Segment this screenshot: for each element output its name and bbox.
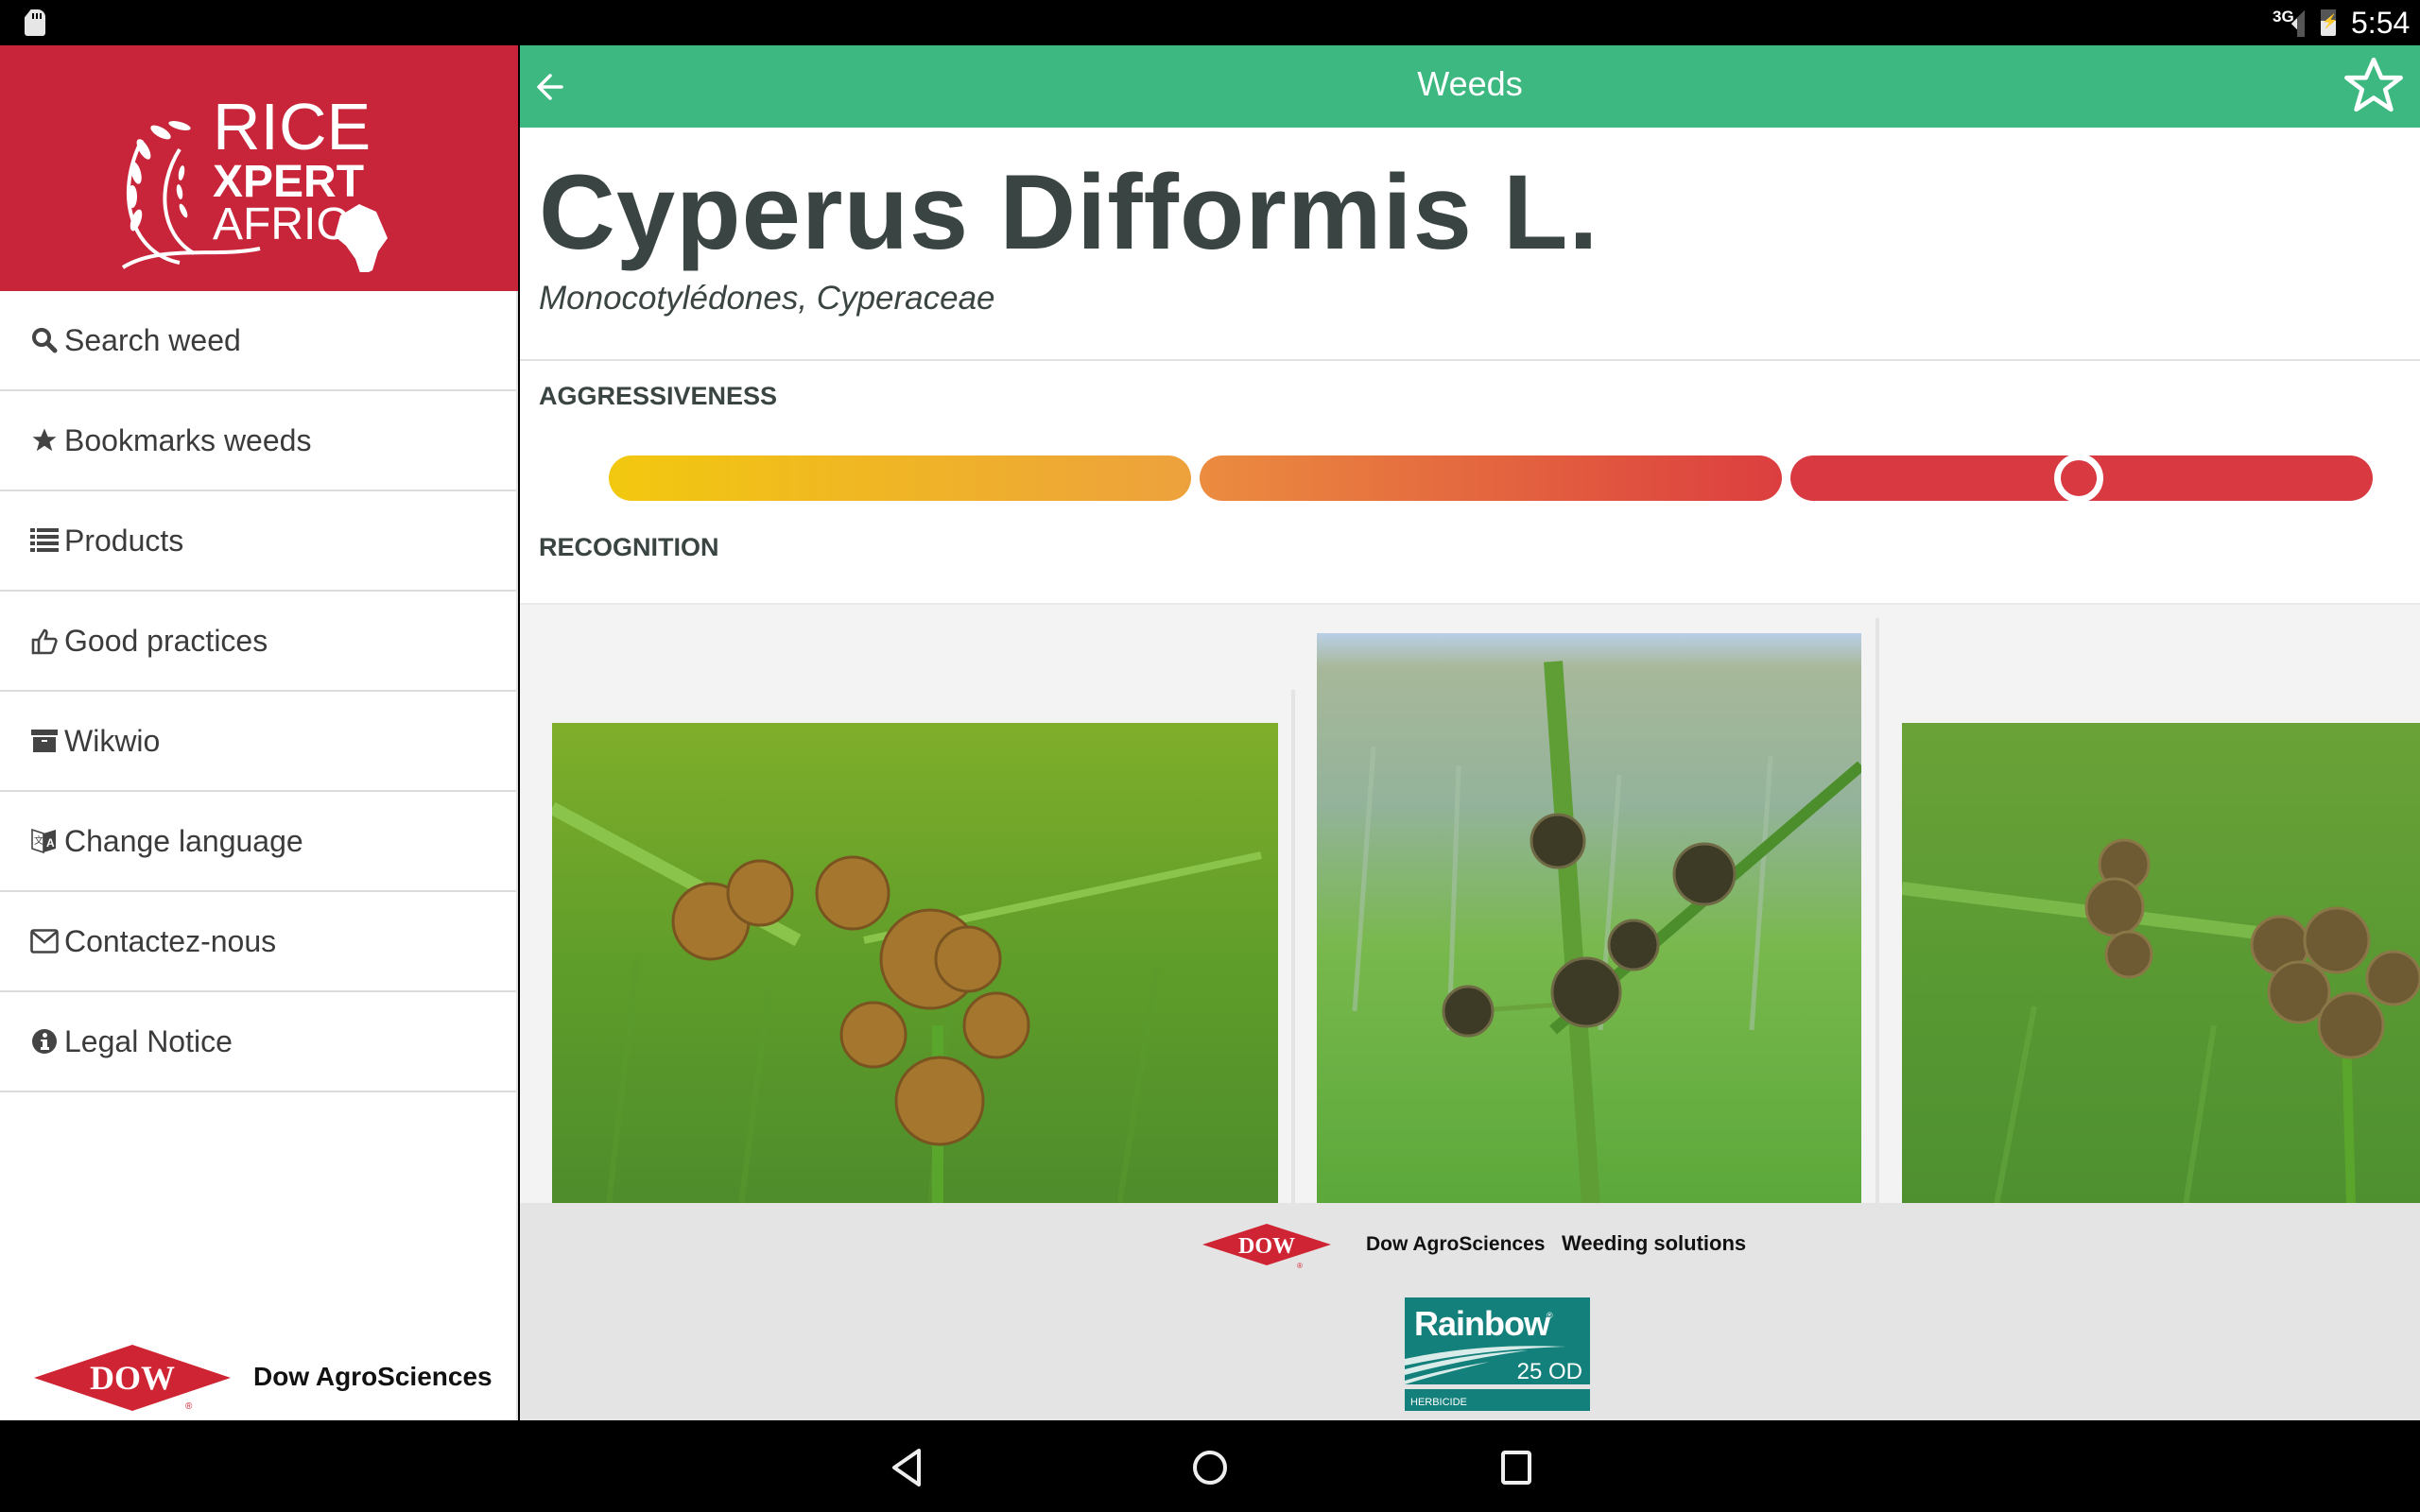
weed-detail-page: Weeds Cyperus Difformis L. Monocotylédon… bbox=[520, 45, 2420, 1420]
sidebar-item-bookmarks-weeds[interactable]: Bookmarks weeds bbox=[0, 391, 516, 491]
list-icon bbox=[30, 526, 59, 555]
triangle-back-icon bbox=[892, 1449, 921, 1486]
rainbow-herbicide-icon: Rainbow ® 25 OD HERBICIDE bbox=[1405, 1297, 1590, 1411]
dow-logo-icon: DOW ® bbox=[1202, 1224, 1331, 1270]
sd-card-icon bbox=[25, 9, 45, 36]
gallery-image-1[interactable] bbox=[552, 723, 1278, 1203]
brand-header: RICE XPERT AFRICA bbox=[0, 45, 518, 291]
dow-logo-icon: DOW ® bbox=[34, 1345, 231, 1411]
weed-name: Cyperus Difformis L. bbox=[539, 153, 1599, 271]
sidebar-item-label: Wikwio bbox=[64, 723, 161, 758]
sidebar-item-label: Good practices bbox=[64, 623, 268, 658]
translate-icon: A文 bbox=[30, 827, 59, 855]
svg-text:文: 文 bbox=[34, 834, 43, 847]
svg-text:®: ® bbox=[1297, 1262, 1303, 1270]
sponsor-name: Dow AgroSciences bbox=[253, 1362, 493, 1391]
sidebar-item-change-language[interactable]: A文 Change language bbox=[0, 792, 516, 892]
battery-charging-icon bbox=[2321, 9, 2338, 36]
circle-home-icon bbox=[1193, 1451, 1227, 1485]
aggressiveness-indicator bbox=[2053, 454, 2103, 503]
app-bar: Weeds bbox=[520, 45, 2420, 128]
sidebar-item-label: Products bbox=[64, 523, 184, 558]
footer-tagline: Weeding solutions bbox=[1562, 1231, 1747, 1255]
weed-photo-icon bbox=[552, 723, 1278, 1203]
svg-text:DOW: DOW bbox=[90, 1359, 175, 1397]
status-bar: 3G 5:54 bbox=[0, 0, 2420, 45]
svg-text:A: A bbox=[46, 836, 55, 850]
sponsor-footer: DOW ® Dow AgroSciences Weeding solutions… bbox=[520, 1203, 2420, 1420]
recognition-label: RECOGNITION bbox=[539, 533, 719, 561]
app-bar-title: Weeds bbox=[1417, 64, 1523, 103]
gallery-separator bbox=[1291, 690, 1295, 1203]
aggressiveness-level-2 bbox=[1200, 455, 1782, 501]
sidebar-item-label: Bookmarks weeds bbox=[64, 422, 312, 457]
rice-xpert-africa-logo: RICE XPERT AFRICA bbox=[121, 90, 388, 272]
aggressiveness-level-1 bbox=[609, 455, 1191, 501]
thumbs-up-icon bbox=[30, 627, 59, 655]
africa-map-icon bbox=[335, 204, 388, 272]
svg-text:®: ® bbox=[1547, 1311, 1553, 1320]
gallery-separator bbox=[1876, 618, 1879, 1203]
weed-classification: Monocotylédones, Cyperaceae bbox=[539, 280, 995, 317]
brand-line-1: RICE bbox=[213, 90, 371, 163]
footer-sponsor-name: Dow AgroSciences bbox=[1366, 1233, 1546, 1255]
rainbow-product-logo[interactable]: Rainbow ® 25 OD HERBICIDE bbox=[1405, 1297, 1590, 1411]
network-type: 3G bbox=[2273, 8, 2294, 26]
weed-photo-icon bbox=[1902, 723, 2420, 1203]
star-icon bbox=[30, 426, 59, 455]
sidebar-item-search-weed[interactable]: Search weed bbox=[0, 291, 516, 391]
sidebar-item-label: Legal Notice bbox=[64, 1023, 233, 1058]
svg-text:®: ® bbox=[185, 1401, 193, 1411]
bookmark-button[interactable] bbox=[2341, 53, 2407, 119]
svg-text:HERBICIDE: HERBICIDE bbox=[1410, 1397, 1467, 1408]
system-navigation-bar bbox=[0, 1420, 2420, 1512]
clock: 5:54 bbox=[2351, 6, 2411, 40]
sidebar-item-good-practices[interactable]: Good practices bbox=[0, 592, 516, 692]
svg-text:Rainbow: Rainbow bbox=[1414, 1304, 1551, 1343]
sidebar-item-contact[interactable]: Contactez-nous bbox=[0, 892, 516, 992]
sponsor-dow-agrosciences: DOW ® Dow AgroSciences bbox=[34, 1345, 516, 1420]
nav-back-button[interactable] bbox=[879, 1441, 936, 1494]
sidebar-item-products[interactable]: Products bbox=[0, 491, 516, 592]
recognition-gallery[interactable] bbox=[520, 603, 2420, 1203]
nav-home-button[interactable] bbox=[1182, 1441, 1238, 1494]
sidebar-item-legal-notice[interactable]: Legal Notice bbox=[0, 992, 516, 1092]
rice-grains bbox=[128, 121, 191, 232]
gallery-image-2[interactable] bbox=[1317, 633, 1861, 1203]
weed-photo-icon bbox=[1317, 633, 1861, 1203]
star-outline-icon bbox=[2344, 57, 2403, 112]
navigation-drawer: RICE XPERT AFRICA Search weed Bookmarks … bbox=[0, 45, 518, 1420]
search-icon bbox=[30, 326, 59, 354]
aggressiveness-label: AGGRESSIVENESS bbox=[539, 382, 778, 410]
svg-text:DOW: DOW bbox=[1238, 1234, 1295, 1259]
envelope-icon bbox=[30, 927, 59, 955]
square-recents-icon bbox=[1501, 1451, 1531, 1485]
sidebar-item-label: Search weed bbox=[64, 322, 241, 357]
nav-recents-button[interactable] bbox=[1488, 1441, 1545, 1494]
sidebar-item-wikwio[interactable]: Wikwio bbox=[0, 692, 516, 792]
sidebar-item-label: Change language bbox=[64, 823, 303, 858]
divider bbox=[520, 359, 2420, 361]
archive-icon bbox=[30, 727, 59, 755]
svg-text:25 OD: 25 OD bbox=[1517, 1359, 1582, 1384]
gallery-image-3[interactable] bbox=[1902, 723, 2420, 1203]
sidebar-item-label: Contactez-nous bbox=[64, 923, 277, 958]
info-icon bbox=[30, 1027, 59, 1056]
